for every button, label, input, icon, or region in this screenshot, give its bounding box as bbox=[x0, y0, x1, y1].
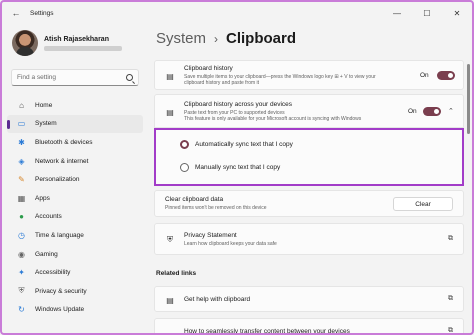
open-external-icon[interactable]: ⧉ bbox=[448, 235, 453, 243]
accounts-icon: ● bbox=[19, 212, 24, 222]
user-profile[interactable]: Atish Rajasekharan bbox=[12, 30, 122, 56]
scrollbar[interactable] bbox=[467, 64, 470, 134]
sidebar-item-apps[interactable]: ▦ Apps bbox=[7, 189, 143, 208]
clipboard-icon: ▤ bbox=[166, 71, 174, 81]
sidebar-item-label: Privacy & security bbox=[35, 287, 87, 295]
auto-sync-label: Automatically sync text that I copy bbox=[195, 141, 293, 148]
manual-sync-label: Manually sync text that I copy bbox=[195, 164, 281, 171]
sync-options-panel: Automatically sync text that I copy Manu… bbox=[154, 128, 464, 186]
auto-sync-option[interactable]: Automatically sync text that I copy bbox=[180, 140, 293, 149]
sidebar-item-accessibility[interactable]: ✦ Accessibility bbox=[7, 263, 143, 282]
sidebar-item-label: Time & language bbox=[35, 231, 84, 239]
system-icon: ▭ bbox=[17, 119, 26, 129]
window-title: Settings bbox=[30, 9, 54, 17]
open-external-icon[interactable]: ⧉ bbox=[448, 327, 453, 333]
sidebar: Atish Rajasekharan ⌂ Home ▭ System ✱ Bluetoot… bbox=[2, 24, 148, 333]
help-clipboard-icon: ▤ bbox=[166, 295, 174, 305]
search-icon[interactable] bbox=[126, 74, 133, 81]
get-help-title: Get help with clipboard bbox=[184, 296, 251, 303]
wifi-icon: ◈ bbox=[18, 156, 25, 166]
sidebar-item-label: Personalization bbox=[35, 176, 80, 184]
across-devices-desc-2: This feature is only available for your … bbox=[184, 116, 362, 122]
related-links-heading: Related links bbox=[156, 270, 197, 277]
settings-window: ← Settings — ☐ ✕ Atish Rajasekharan ⌂ Hom… bbox=[0, 0, 474, 335]
clipboard-history-toggle-label: On bbox=[420, 72, 429, 79]
devices-clipboard-icon: ▤ bbox=[166, 107, 174, 117]
sidebar-item-privacy-security[interactable]: ⛨ Privacy & security bbox=[7, 282, 143, 301]
clear-data-title: Clear clipboard data bbox=[165, 196, 224, 203]
transfer-content-title: How to seamlessly transfer content betwe… bbox=[184, 328, 350, 335]
privacy-statement-card[interactable]: ⛨ Privacy Statement Learn how clipboard … bbox=[154, 223, 464, 255]
clipboard-history-toggle[interactable] bbox=[437, 71, 455, 80]
get-help-card[interactable]: ▤ Get help with clipboard ⧉ bbox=[154, 286, 464, 312]
sidebar-item-label: Accounts bbox=[35, 213, 62, 221]
avatar[interactable] bbox=[12, 30, 38, 56]
main-content: System › Clipboard ▤ Clipboard history S… bbox=[148, 24, 472, 335]
update-icon: ↻ bbox=[18, 305, 25, 315]
sidebar-item-label: Bluetooth & devices bbox=[35, 138, 93, 146]
home-icon: ⌂ bbox=[19, 100, 24, 110]
sidebar-nav: ⌂ Home ▭ System ✱ Bluetooth & devices ◈ Network… bbox=[7, 96, 143, 319]
sidebar-item-label: Gaming bbox=[35, 250, 58, 258]
user-email-redacted bbox=[44, 45, 122, 51]
sidebar-item-windows-update[interactable]: ↻ Windows Update bbox=[7, 301, 143, 320]
across-devices-toggle-label: On bbox=[408, 108, 417, 115]
manual-sync-radio[interactable] bbox=[180, 163, 189, 172]
chevron-up-icon[interactable]: ⌃ bbox=[448, 107, 454, 115]
maximize-icon[interactable]: ☐ bbox=[412, 2, 442, 24]
sidebar-item-accounts[interactable]: ● Accounts bbox=[7, 208, 143, 227]
transfer-content-card[interactable]: How to seamlessly transfer content betwe… bbox=[154, 318, 464, 335]
user-name: Atish Rajasekharan bbox=[44, 35, 109, 43]
gamepad-icon: ◉ bbox=[18, 249, 25, 259]
sidebar-item-home[interactable]: ⌂ Home bbox=[7, 96, 143, 115]
sidebar-item-network-internet[interactable]: ◈ Network & internet bbox=[7, 152, 143, 171]
sidebar-item-label: Windows Update bbox=[35, 306, 85, 314]
accessibility-icon: ✦ bbox=[18, 268, 25, 278]
brush-icon: ✎ bbox=[18, 175, 25, 185]
breadcrumb-parent[interactable]: System bbox=[156, 30, 206, 47]
search-input[interactable] bbox=[17, 74, 126, 81]
privacy-statement-title: Privacy Statement bbox=[184, 232, 237, 239]
minimize-icon[interactable]: — bbox=[382, 2, 412, 24]
shield-icon: ⛨ bbox=[18, 286, 25, 296]
window-controls: — ☐ ✕ bbox=[382, 2, 472, 24]
sidebar-item-time-language[interactable]: ◷ Time & language bbox=[7, 226, 143, 245]
clipboard-history-title: Clipboard history bbox=[184, 65, 233, 72]
open-external-icon[interactable]: ⧉ bbox=[448, 295, 453, 303]
sidebar-item-gaming[interactable]: ◉ Gaming bbox=[7, 245, 143, 264]
across-devices-title: Clipboard history across your devices bbox=[184, 101, 293, 108]
title-bar: ← Settings — ☐ ✕ bbox=[2, 2, 472, 24]
clear-button[interactable]: Clear bbox=[393, 197, 453, 211]
sidebar-item-personalization[interactable]: ✎ Personalization bbox=[7, 170, 143, 189]
across-devices-card: ▤ Clipboard history across your devices … bbox=[154, 94, 464, 128]
sidebar-item-system[interactable]: ▭ System bbox=[7, 114, 143, 134]
bluetooth-icon: ✱ bbox=[18, 137, 25, 147]
breadcrumb-separator: › bbox=[214, 32, 219, 46]
clear-data-card: Clear clipboard data Pinned items won't … bbox=[154, 190, 464, 217]
breadcrumb: System › Clipboard bbox=[156, 30, 296, 47]
sidebar-item-label: System bbox=[35, 120, 57, 128]
clear-data-desc: Pinned items won't be removed on this de… bbox=[165, 205, 267, 211]
privacy-statement-desc: Learn how clipboard keeps your data safe bbox=[184, 241, 277, 247]
sidebar-item-label: Network & internet bbox=[35, 157, 89, 165]
apps-icon: ▦ bbox=[17, 193, 26, 203]
sidebar-item-label: Home bbox=[35, 101, 53, 109]
auto-sync-radio[interactable] bbox=[180, 140, 189, 149]
close-icon[interactable]: ✕ bbox=[442, 2, 472, 24]
sidebar-item-label: Apps bbox=[35, 194, 50, 202]
clipboard-history-card: ▤ Clipboard history Save multiple items … bbox=[154, 60, 464, 90]
back-arrow-icon[interactable]: ← bbox=[8, 8, 24, 18]
across-devices-toggle[interactable] bbox=[423, 107, 441, 116]
sidebar-item-bluetooth-devices[interactable]: ✱ Bluetooth & devices bbox=[7, 133, 143, 152]
search-box[interactable] bbox=[11, 69, 139, 86]
page-title: Clipboard bbox=[226, 30, 297, 47]
shield-icon: ⛨ bbox=[167, 235, 173, 244]
sidebar-item-label: Accessibility bbox=[35, 269, 71, 277]
clock-globe-icon: ◷ bbox=[18, 230, 25, 240]
clipboard-history-desc-2: clipboard history and paste from it bbox=[184, 80, 260, 86]
manual-sync-option[interactable]: Manually sync text that I copy bbox=[180, 163, 280, 172]
